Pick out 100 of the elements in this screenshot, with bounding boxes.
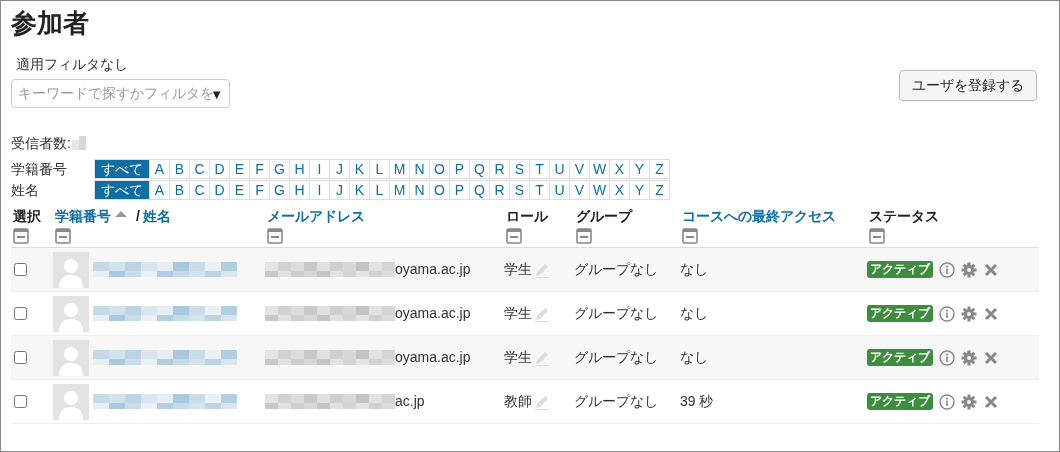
close-icon[interactable] [983,349,999,366]
initial-filter[interactable]: X [609,159,630,179]
collapse-column-icon[interactable] [267,228,283,244]
column-sort-link[interactable]: 姓名 [142,205,171,227]
initial-filter[interactable]: G [269,159,290,179]
initial-filter[interactable]: C [189,159,210,179]
initial-filter[interactable]: V [569,180,590,200]
initial-filter[interactable]: S [509,180,530,200]
initial-filter[interactable]: F [249,159,270,179]
email-text: oyama.ac.jp [395,304,471,323]
initial-filter[interactable]: K [349,180,370,200]
initial-filter[interactable]: F [249,180,270,200]
info-icon[interactable] [939,261,955,278]
settings-icon[interactable] [961,261,977,278]
group-text: グループなし [574,393,658,409]
close-icon[interactable] [983,305,999,322]
pencil-icon [534,393,550,410]
recipients-label: 受信者数: [11,133,71,153]
info-icon[interactable] [939,393,955,410]
last-access-text: なし [680,349,708,365]
column-sort-link[interactable]: メールアドレス [267,205,365,227]
initial-filter[interactable]: R [489,159,510,179]
initial-filter[interactable]: B [169,180,190,200]
search-field[interactable]: キーワードで探すかフィルタを▼ [11,79,230,108]
collapse-column-icon[interactable] [682,228,698,244]
initial-filter[interactable]: P [449,159,470,179]
initial-filter[interactable]: N [409,159,430,179]
initial-filter[interactable]: A [149,159,170,179]
initial-filter[interactable]: Y [629,180,650,200]
initial-filter[interactable]: Z [649,180,670,200]
role-text: 学生 [504,304,532,323]
close-icon[interactable] [983,393,999,410]
user-avatar-icon [53,295,89,332]
row-checkbox[interactable] [14,395,27,408]
initial-filter[interactable]: Y [629,159,650,179]
initial-filter[interactable]: M [389,180,410,200]
settings-icon[interactable] [961,305,977,322]
column-header: ロール [506,206,548,226]
role-text: 学生 [504,348,532,367]
info-icon[interactable] [939,349,955,366]
row-checkbox[interactable] [14,263,27,276]
initial-filter[interactable]: P [449,180,470,200]
column-sort-link[interactable]: 学籍番号 [55,205,111,227]
initial-filter[interactable]: W [589,159,610,179]
header-separator: / [136,206,140,226]
page-title: 参加者 [11,7,90,40]
initial-filter[interactable]: B [169,159,190,179]
initial-filter[interactable]: R [489,180,510,200]
role-text: 教師 [504,392,532,411]
initial-filter[interactable]: N [409,180,430,200]
initial-filter[interactable]: M [389,159,410,179]
initial-filter[interactable]: Q [469,180,490,200]
initial-filter[interactable]: Q [469,159,490,179]
group-text: グループなし [574,261,658,277]
pencil-icon [534,261,550,278]
initial-filter[interactable]: J [329,180,350,200]
enrol-users-button[interactable]: ユーザを登録する [899,70,1037,101]
initial-filter[interactable]: T [529,180,550,200]
initial-filter[interactable]: I [309,180,330,200]
initial-filter[interactable]: D [209,159,230,179]
row-checkbox[interactable] [14,307,27,320]
close-icon[interactable] [983,261,999,278]
initial-filter[interactable]: L [369,180,390,200]
initial-filter[interactable]: S [509,159,530,179]
initial-filter[interactable]: V [569,159,590,179]
initial-filter[interactable]: K [349,159,370,179]
group-text: グループなし [574,349,658,365]
user-avatar-icon [53,339,89,376]
initial-filter[interactable]: W [589,180,610,200]
settings-icon[interactable] [961,349,977,366]
initial-filter[interactable]: U [549,159,570,179]
initial-filter[interactable]: D [209,180,230,200]
initial-filter[interactable]: Z [649,159,670,179]
last-access-text: なし [680,261,708,277]
initial-filter[interactable]: すべて [94,159,150,179]
initial-filter[interactable]: E [229,180,250,200]
initial-filter[interactable]: H [289,180,310,200]
initial-filter[interactable]: U [549,180,570,200]
settings-icon[interactable] [961,393,977,410]
initial-filter[interactable]: T [529,159,550,179]
info-icon[interactable] [939,305,955,322]
collapse-column-icon[interactable] [576,228,592,244]
initial-filter[interactable]: E [229,159,250,179]
initial-filter[interactable]: X [609,180,630,200]
collapse-column-icon[interactable] [55,228,71,244]
initial-filter[interactable]: L [369,159,390,179]
collapse-column-icon[interactable] [506,228,522,244]
initial-filter[interactable]: A [149,180,170,200]
initial-filter[interactable]: G [269,180,290,200]
initial-filter[interactable]: C [189,180,210,200]
column-sort-link[interactable]: コースへの最終アクセス [682,205,836,227]
initial-filter[interactable]: O [429,159,450,179]
row-checkbox[interactable] [14,351,27,364]
initial-filter[interactable]: I [309,159,330,179]
collapse-column-icon[interactable] [869,228,885,244]
initial-filter[interactable]: すべて [94,180,150,200]
collapse-column-icon[interactable] [13,228,29,244]
initial-filter[interactable]: O [429,180,450,200]
initial-filter[interactable]: J [329,159,350,179]
initial-filter[interactable]: H [289,159,310,179]
